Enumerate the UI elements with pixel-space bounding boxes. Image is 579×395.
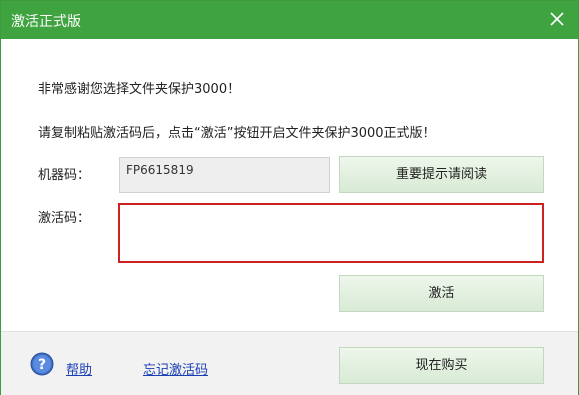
activation-code-label: 激活码： <box>38 211 91 226</box>
thanks-text: 非常感谢您选择文件夹保护3000！ <box>38 82 241 97</box>
activate-button[interactable]: 激活 <box>339 275 544 312</box>
machine-code-label: 机器码： <box>38 168 91 183</box>
question-icon[interactable]: ? <box>30 352 54 376</box>
machine-code-field[interactable]: FP6615819 <box>119 157 330 193</box>
buy-now-button[interactable]: 现在购买 <box>339 347 544 384</box>
title-bar[interactable]: 激活正式版 <box>1 1 578 39</box>
activation-code-input[interactable] <box>118 203 544 263</box>
activation-dialog: 激活正式版 非常感谢您选择文件夹保护3000！ 请复制粘贴激活码后，点击“激活”… <box>0 0 579 395</box>
footer-bar: ? 帮助 忘记激活码 现在购买 <box>1 331 578 395</box>
forgot-code-link[interactable]: 忘记激活码 <box>143 359 208 378</box>
close-icon[interactable] <box>548 10 566 28</box>
help-link[interactable]: 帮助 <box>66 359 92 378</box>
instruction-text: 请复制粘贴激活码后，点击“激活”按钮开启文件夹保护3000正式版！ <box>38 126 436 141</box>
important-notice-button[interactable]: 重要提示请阅读 <box>339 156 544 193</box>
window-title: 激活正式版 <box>11 14 81 30</box>
svg-text:?: ? <box>38 357 46 373</box>
